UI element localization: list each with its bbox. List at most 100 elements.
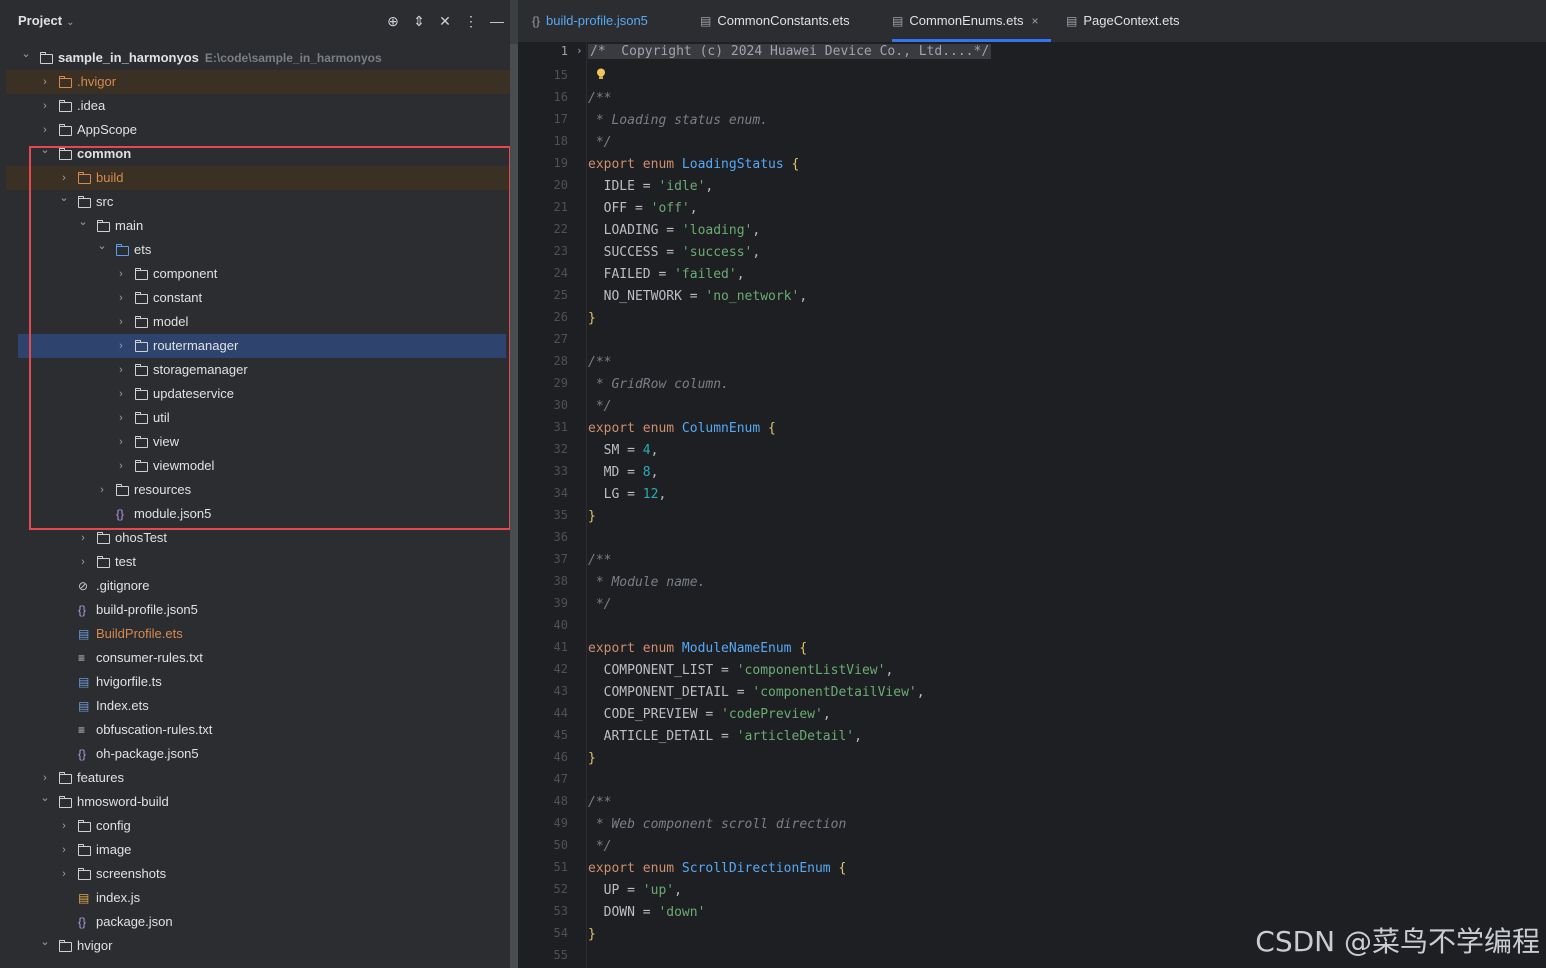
- chevron-down-icon[interactable]: ⌄: [39, 786, 51, 810]
- chevron-right-icon[interactable]: ›: [39, 94, 51, 118]
- tree-item-gitignore[interactable]: ⊘ .gitignore: [6, 574, 512, 598]
- chevron-right-icon[interactable]: ›: [115, 382, 127, 406]
- folder-icon: [135, 268, 148, 280]
- chevron-right-icon[interactable]: ›: [115, 286, 127, 310]
- chevron-right-icon[interactable]: ›: [115, 262, 127, 286]
- chevron-right-icon[interactable]: ›: [39, 70, 51, 94]
- tree-item-buildprofile-ets[interactable]: ▤ BuildProfile.ets: [6, 622, 512, 646]
- tree-item-oh-package-json5[interactable]: {} oh-package.json5: [6, 742, 512, 766]
- tree-item-component[interactable]: › component: [6, 262, 512, 286]
- folder-icon: [135, 364, 148, 376]
- options-menu-icon[interactable]: ⋮: [462, 12, 480, 30]
- project-view-selector[interactable]: Project ⌄: [18, 13, 74, 28]
- tree-item-main[interactable]: ⌄ main: [6, 214, 512, 238]
- chevron-down-icon[interactable]: ⌄: [96, 234, 108, 258]
- tree-item-features[interactable]: › features: [6, 766, 512, 790]
- tree-item-build-profile-json5[interactable]: {} build-profile.json5: [6, 598, 512, 622]
- lightbulb-icon[interactable]: [596, 68, 606, 80]
- chevron-down-icon[interactable]: ⌄: [77, 210, 89, 234]
- tree-item-util[interactable]: › util: [6, 406, 512, 430]
- tree-item-appscope[interactable]: › AppScope: [6, 118, 512, 142]
- tree-item-resources[interactable]: › resources: [6, 478, 512, 502]
- tree-item-routermanager[interactable]: › routermanager: [18, 334, 506, 358]
- chevron-down-icon[interactable]: ⌄: [20, 42, 32, 66]
- tree-scrollbar[interactable]: [510, 44, 518, 968]
- tree-item-label: module.json5: [134, 506, 212, 521]
- tree-item-label: model: [153, 314, 189, 329]
- tree-item-index-js[interactable]: ▤ index.js: [6, 886, 512, 910]
- chevron-down-icon[interactable]: ⌄: [58, 186, 70, 210]
- tree-item-obfuscation-rules-txt[interactable]: ≡ obfuscation-rules.txt: [6, 718, 512, 742]
- line-number: 29: [553, 376, 568, 390]
- tree-item-label: src: [96, 194, 114, 209]
- tree-item-label: BuildProfile.ets: [96, 626, 183, 641]
- tree-item-updateservice[interactable]: › updateservice: [6, 382, 512, 406]
- chevron-right-icon[interactable]: ›: [77, 526, 89, 550]
- tree-item-build[interactable]: › build: [6, 166, 512, 190]
- tree-item-hmosword-build[interactable]: ⌄ hmosword-build: [6, 790, 512, 814]
- tree-item-storagemanager[interactable]: › storagemanager: [6, 358, 512, 382]
- expand-all-icon[interactable]: ⇕: [410, 12, 428, 30]
- tree-item-viewmodel[interactable]: › viewmodel: [6, 454, 512, 478]
- chevron-right-icon[interactable]: ›: [115, 406, 127, 430]
- tree-item-constant[interactable]: › constant: [6, 286, 512, 310]
- line-number: 53: [553, 904, 568, 918]
- chevron-down-icon[interactable]: ⌄: [39, 930, 51, 954]
- tree-item-ohostest[interactable]: › ohosTest: [6, 526, 512, 550]
- tree-item-hvigor[interactable]: › .hvigor: [6, 70, 512, 94]
- tab-commonenums-ets[interactable]: ▤ CommonEnums.ets ×: [892, 0, 1051, 42]
- tab-build-profile-json5[interactable]: {} build-profile.json5: [532, 0, 660, 42]
- hide-panel-icon[interactable]: —: [488, 12, 506, 30]
- code-line: UP = 'up',: [588, 883, 682, 898]
- module-folder-icon: [40, 52, 53, 64]
- tab-pagecontext-ets[interactable]: ▤ PageContext.ets: [1066, 0, 1191, 42]
- chevron-right-icon[interactable]: ›: [77, 550, 89, 574]
- chevron-right-icon[interactable]: ›: [96, 478, 108, 502]
- watermark: CSDN @菜鸟不学编程: [1255, 925, 1540, 958]
- tree-item-label: test: [115, 554, 136, 569]
- code-editor[interactable]: 1 › /* Copyright (c) 2024 Huawei Device …: [518, 42, 1546, 968]
- fold-arrow-icon[interactable]: ›: [576, 44, 583, 57]
- line-number: 54: [553, 926, 568, 940]
- collapsed-copyright-header[interactable]: /* Copyright (c) 2024 Huawei Device Co.,…: [588, 44, 992, 59]
- close-icon[interactable]: ×: [1032, 14, 1039, 28]
- tree-item-test[interactable]: › test: [6, 550, 512, 574]
- line-number: 17: [553, 112, 568, 126]
- tree-item-image[interactable]: › image: [6, 838, 512, 862]
- line-number: 32: [553, 442, 568, 456]
- chevron-right-icon[interactable]: ›: [115, 358, 127, 382]
- code-line: }: [588, 509, 596, 524]
- tree-item-module-json5[interactable]: {} module.json5: [6, 502, 512, 526]
- chevron-right-icon[interactable]: ›: [115, 334, 127, 358]
- tree-item-package-json[interactable]: {} package.json: [6, 910, 512, 934]
- tree-item-view[interactable]: › view: [6, 430, 512, 454]
- chevron-right-icon[interactable]: ›: [58, 862, 70, 886]
- chevron-down-icon[interactable]: ⌄: [39, 138, 51, 162]
- chevron-right-icon[interactable]: ›: [58, 814, 70, 838]
- chevron-right-icon[interactable]: ›: [58, 838, 70, 862]
- tree-item-common[interactable]: ⌄ common: [6, 142, 512, 166]
- tree-item-ets[interactable]: ⌄ ets: [6, 238, 512, 262]
- line-number: 39: [553, 596, 568, 610]
- tree-item-idea[interactable]: › .idea: [6, 94, 512, 118]
- line-number: 38: [553, 574, 568, 588]
- tree-item-hvigor[interactable]: ⌄ hvigor: [6, 934, 512, 958]
- tree-item-hvigorfile-ts[interactable]: ▤ hvigorfile.ts: [6, 670, 512, 694]
- project-panel: Project ⌄ ⊕ ⇕ ✕ ⋮ — ⌄ sample_in_harmonyos E…: [0, 0, 518, 968]
- locate-icon[interactable]: ⊕: [384, 12, 402, 30]
- tree-item-label: package.json: [96, 914, 173, 929]
- tab-commonconstants-ets[interactable]: ▤ CommonConstants.ets: [700, 0, 862, 42]
- chevron-right-icon[interactable]: ›: [115, 310, 127, 334]
- code-line: NO_NETWORK = 'no_network',: [588, 289, 808, 304]
- chevron-right-icon[interactable]: ›: [115, 454, 127, 478]
- tree-item-model[interactable]: › model: [6, 310, 512, 334]
- tree-item-consumer-rules-txt[interactable]: ≡ consumer-rules.txt: [6, 646, 512, 670]
- line-number: 25: [553, 288, 568, 302]
- tree-item-screenshots[interactable]: › screenshots: [6, 862, 512, 886]
- tree-item-sample-in-harmonyos[interactable]: ⌄ sample_in_harmonyos E:\code\sample_in_ha…: [6, 46, 512, 70]
- line-number: 50: [553, 838, 568, 852]
- tree-item-config[interactable]: › config: [6, 814, 512, 838]
- tree-item-index-ets[interactable]: ▤ Index.ets: [6, 694, 512, 718]
- collapse-all-icon[interactable]: ✕: [436, 12, 454, 30]
- chevron-right-icon[interactable]: ›: [115, 430, 127, 454]
